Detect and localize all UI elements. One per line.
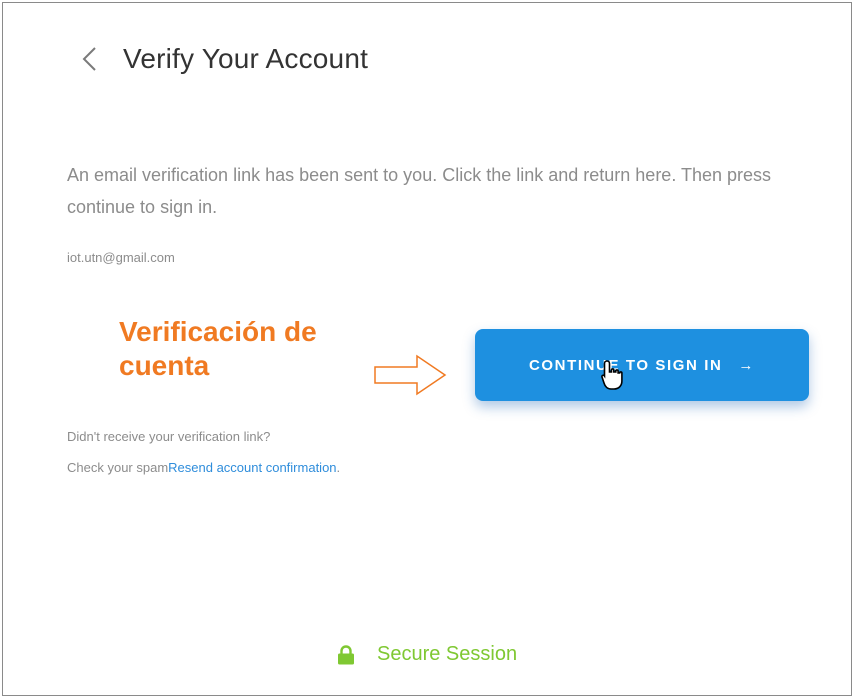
verify-account-panel: Verify Your Account An email verificatio…: [2, 2, 852, 696]
page-title: Verify Your Account: [123, 43, 369, 74]
continue-to-sign-in-button[interactable]: CONTINUE TO SIGN IN →: [475, 329, 809, 401]
secure-session: Secure Session: [337, 643, 517, 666]
back-button[interactable]: [73, 41, 109, 77]
didnt-receive-text: Didn't receive your verification link?: [67, 429, 271, 444]
resend-confirmation-link[interactable]: Resend account confirmation: [168, 460, 336, 475]
secure-session-label: Secure Session: [377, 643, 518, 665]
period-text: .: [336, 460, 341, 475]
chevron-left-icon: [82, 47, 96, 71]
outline-right-arrow-icon: [374, 354, 447, 396]
spam-line: Check your spamResend account confirmati…: [67, 460, 340, 475]
check-spam-text: Check your spam: [67, 460, 169, 475]
annotation-line-2: cuenta: [119, 350, 210, 381]
user-email: iot.utn@gmail.com: [67, 250, 175, 265]
verification-message: An email verification link has been sent…: [67, 165, 772, 217]
annotation-text: Verificación de cuenta: [119, 315, 317, 383]
annotation-line-1: Verificación de: [119, 316, 317, 347]
header: Verify Your Account: [3, 3, 851, 113]
hand-cursor-icon: [601, 360, 623, 390]
right-arrow-icon: →: [738, 356, 756, 374]
lock-icon: [338, 644, 354, 664]
